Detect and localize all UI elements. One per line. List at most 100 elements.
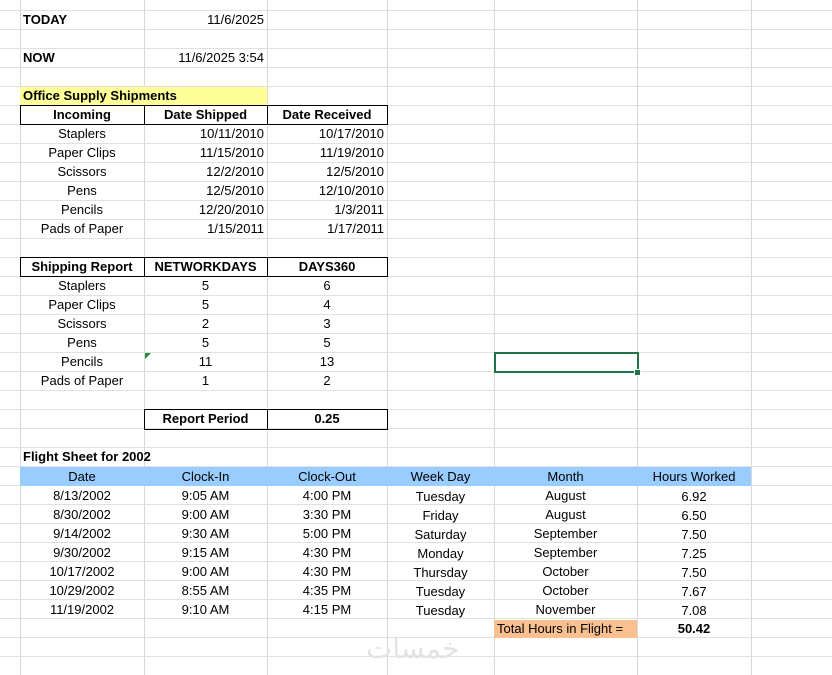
flight-clock-in[interactable]: 9:15 AM bbox=[144, 544, 267, 562]
office-item[interactable]: Pens bbox=[20, 182, 144, 200]
flight-hours[interactable]: 7.50 bbox=[637, 526, 751, 544]
flight-header-clock-out[interactable]: Clock-Out bbox=[267, 468, 387, 486]
report-period-value[interactable]: 0.25 bbox=[267, 410, 387, 428]
flight-week-day[interactable]: Monday bbox=[387, 545, 494, 563]
shipping-days360[interactable]: 6 bbox=[267, 277, 387, 295]
office-header-date-shipped[interactable]: Date Shipped bbox=[144, 106, 267, 124]
office-received[interactable]: 11/19/2010 bbox=[267, 144, 387, 162]
total-hours-label[interactable]: Total Hours in Flight = bbox=[494, 620, 637, 638]
flight-clock-out[interactable]: 4:00 PM bbox=[267, 487, 387, 505]
flight-clock-in[interactable]: 8:55 AM bbox=[144, 582, 267, 600]
shipping-days360[interactable]: 4 bbox=[267, 296, 387, 314]
flight-header-hours-worked[interactable]: Hours Worked bbox=[637, 468, 751, 486]
flight-clock-in[interactable]: 9:30 AM bbox=[144, 525, 267, 543]
flight-clock-in[interactable]: 9:00 AM bbox=[144, 506, 267, 524]
now-label[interactable]: NOW bbox=[20, 49, 144, 67]
shipping-item[interactable]: Scissors bbox=[20, 315, 144, 333]
office-received[interactable]: 12/10/2010 bbox=[267, 182, 387, 200]
flight-hours[interactable]: 6.92 bbox=[637, 488, 751, 506]
shipping-item[interactable]: Pencils bbox=[20, 353, 144, 371]
shipping-networkdays[interactable]: 11 bbox=[144, 353, 267, 371]
office-received[interactable]: 10/17/2010 bbox=[267, 125, 387, 143]
shipping-days360[interactable]: 13 bbox=[267, 353, 387, 371]
spreadsheet[interactable]: TODAY 11/6/2025 NOW 11/6/2025 3:54 Offic… bbox=[0, 0, 832, 675]
office-item[interactable]: Pencils bbox=[20, 201, 144, 219]
flight-date[interactable]: 9/30/2002 bbox=[20, 544, 144, 562]
fill-handle[interactable] bbox=[634, 369, 641, 376]
flight-clock-out[interactable]: 4:35 PM bbox=[267, 582, 387, 600]
flight-month[interactable]: September bbox=[494, 525, 637, 543]
shipping-networkdays[interactable]: 1 bbox=[144, 372, 267, 390]
shipping-networkdays[interactable]: 5 bbox=[144, 296, 267, 314]
office-received[interactable]: 1/17/2011 bbox=[267, 220, 387, 238]
shipping-item[interactable]: Paper Clips bbox=[20, 296, 144, 314]
office-item[interactable]: Pads of Paper bbox=[20, 220, 144, 238]
flight-month[interactable]: October bbox=[494, 582, 637, 600]
shipping-networkdays[interactable]: 5 bbox=[144, 334, 267, 352]
total-hours-value[interactable]: 50.42 bbox=[637, 620, 751, 638]
flight-clock-out[interactable]: 4:30 PM bbox=[267, 544, 387, 562]
flight-month[interactable]: August bbox=[494, 487, 637, 505]
office-shipped[interactable]: 10/11/2010 bbox=[144, 125, 267, 143]
selected-cell[interactable] bbox=[494, 352, 639, 373]
flight-clock-in[interactable]: 9:10 AM bbox=[144, 601, 267, 619]
flight-clock-in[interactable]: 9:05 AM bbox=[144, 487, 267, 505]
shipping-days360[interactable]: 5 bbox=[267, 334, 387, 352]
flight-header-date[interactable]: Date bbox=[20, 468, 144, 486]
shipping-item[interactable]: Pads of Paper bbox=[20, 372, 144, 390]
flight-date[interactable]: 10/29/2002 bbox=[20, 582, 144, 600]
office-header-incoming[interactable]: Incoming bbox=[20, 106, 144, 124]
shipping-days360[interactable]: 2 bbox=[267, 372, 387, 390]
today-label[interactable]: TODAY bbox=[20, 11, 144, 29]
flight-week-day[interactable]: Tuesday bbox=[387, 488, 494, 506]
office-received[interactable]: 12/5/2010 bbox=[267, 163, 387, 181]
flight-month[interactable]: August bbox=[494, 506, 637, 524]
office-shipped[interactable]: 12/2/2010 bbox=[144, 163, 267, 181]
flight-week-day[interactable]: Tuesday bbox=[387, 583, 494, 601]
flight-hours[interactable]: 6.50 bbox=[637, 507, 751, 525]
flight-week-day[interactable]: Friday bbox=[387, 507, 494, 525]
flight-hours[interactable]: 7.50 bbox=[637, 564, 751, 582]
flight-header-clock-in[interactable]: Clock-In bbox=[144, 468, 267, 486]
flight-week-day[interactable]: Thursday bbox=[387, 564, 494, 582]
flight-header-week-day[interactable]: Week Day bbox=[387, 468, 494, 486]
flight-date[interactable]: 8/30/2002 bbox=[20, 506, 144, 524]
shipping-item[interactable]: Pens bbox=[20, 334, 144, 352]
shipping-header-days360[interactable]: DAYS360 bbox=[267, 258, 387, 276]
office-item[interactable]: Staplers bbox=[20, 125, 144, 143]
office-item[interactable]: Paper Clips bbox=[20, 144, 144, 162]
flight-week-day[interactable]: Saturday bbox=[387, 526, 494, 544]
now-value[interactable]: 11/6/2025 3:54 bbox=[144, 49, 267, 67]
flight-clock-out[interactable]: 4:30 PM bbox=[267, 563, 387, 581]
flight-date[interactable]: 8/13/2002 bbox=[20, 487, 144, 505]
office-received[interactable]: 1/3/2011 bbox=[267, 201, 387, 219]
office-shipped[interactable]: 11/15/2010 bbox=[144, 144, 267, 162]
office-shipped[interactable]: 12/20/2010 bbox=[144, 201, 267, 219]
office-shipped[interactable]: 1/15/2011 bbox=[144, 220, 267, 238]
flight-clock-out[interactable]: 4:15 PM bbox=[267, 601, 387, 619]
flight-header-month[interactable]: Month bbox=[494, 468, 637, 486]
flight-week-day[interactable]: Tuesday bbox=[387, 602, 494, 620]
shipping-networkdays[interactable]: 5 bbox=[144, 277, 267, 295]
flight-hours[interactable]: 7.08 bbox=[637, 602, 751, 620]
error-indicator-icon[interactable] bbox=[145, 353, 151, 359]
flight-clock-out[interactable]: 5:00 PM bbox=[267, 525, 387, 543]
shipping-networkdays[interactable]: 2 bbox=[144, 315, 267, 333]
today-value[interactable]: 11/6/2025 bbox=[144, 11, 267, 29]
flight-clock-in[interactable]: 9:00 AM bbox=[144, 563, 267, 581]
flight-hours[interactable]: 7.25 bbox=[637, 545, 751, 563]
flight-month[interactable]: October bbox=[494, 563, 637, 581]
shipping-header-networkdays[interactable]: NETWORKDAYS bbox=[144, 258, 267, 276]
flight-month[interactable]: September bbox=[494, 544, 637, 562]
flight-month[interactable]: November bbox=[494, 601, 637, 619]
office-item[interactable]: Scissors bbox=[20, 163, 144, 181]
flight-clock-out[interactable]: 3:30 PM bbox=[267, 506, 387, 524]
report-period-label[interactable]: Report Period bbox=[144, 410, 267, 428]
office-title[interactable]: Office Supply Shipments bbox=[20, 87, 267, 105]
office-header-date-received[interactable]: Date Received bbox=[267, 106, 387, 124]
flight-date[interactable]: 10/17/2002 bbox=[20, 563, 144, 581]
flight-date[interactable]: 9/14/2002 bbox=[20, 525, 144, 543]
flight-title[interactable]: Flight Sheet for 2002 bbox=[20, 448, 267, 466]
office-shipped[interactable]: 12/5/2010 bbox=[144, 182, 267, 200]
flight-hours[interactable]: 7.67 bbox=[637, 583, 751, 601]
